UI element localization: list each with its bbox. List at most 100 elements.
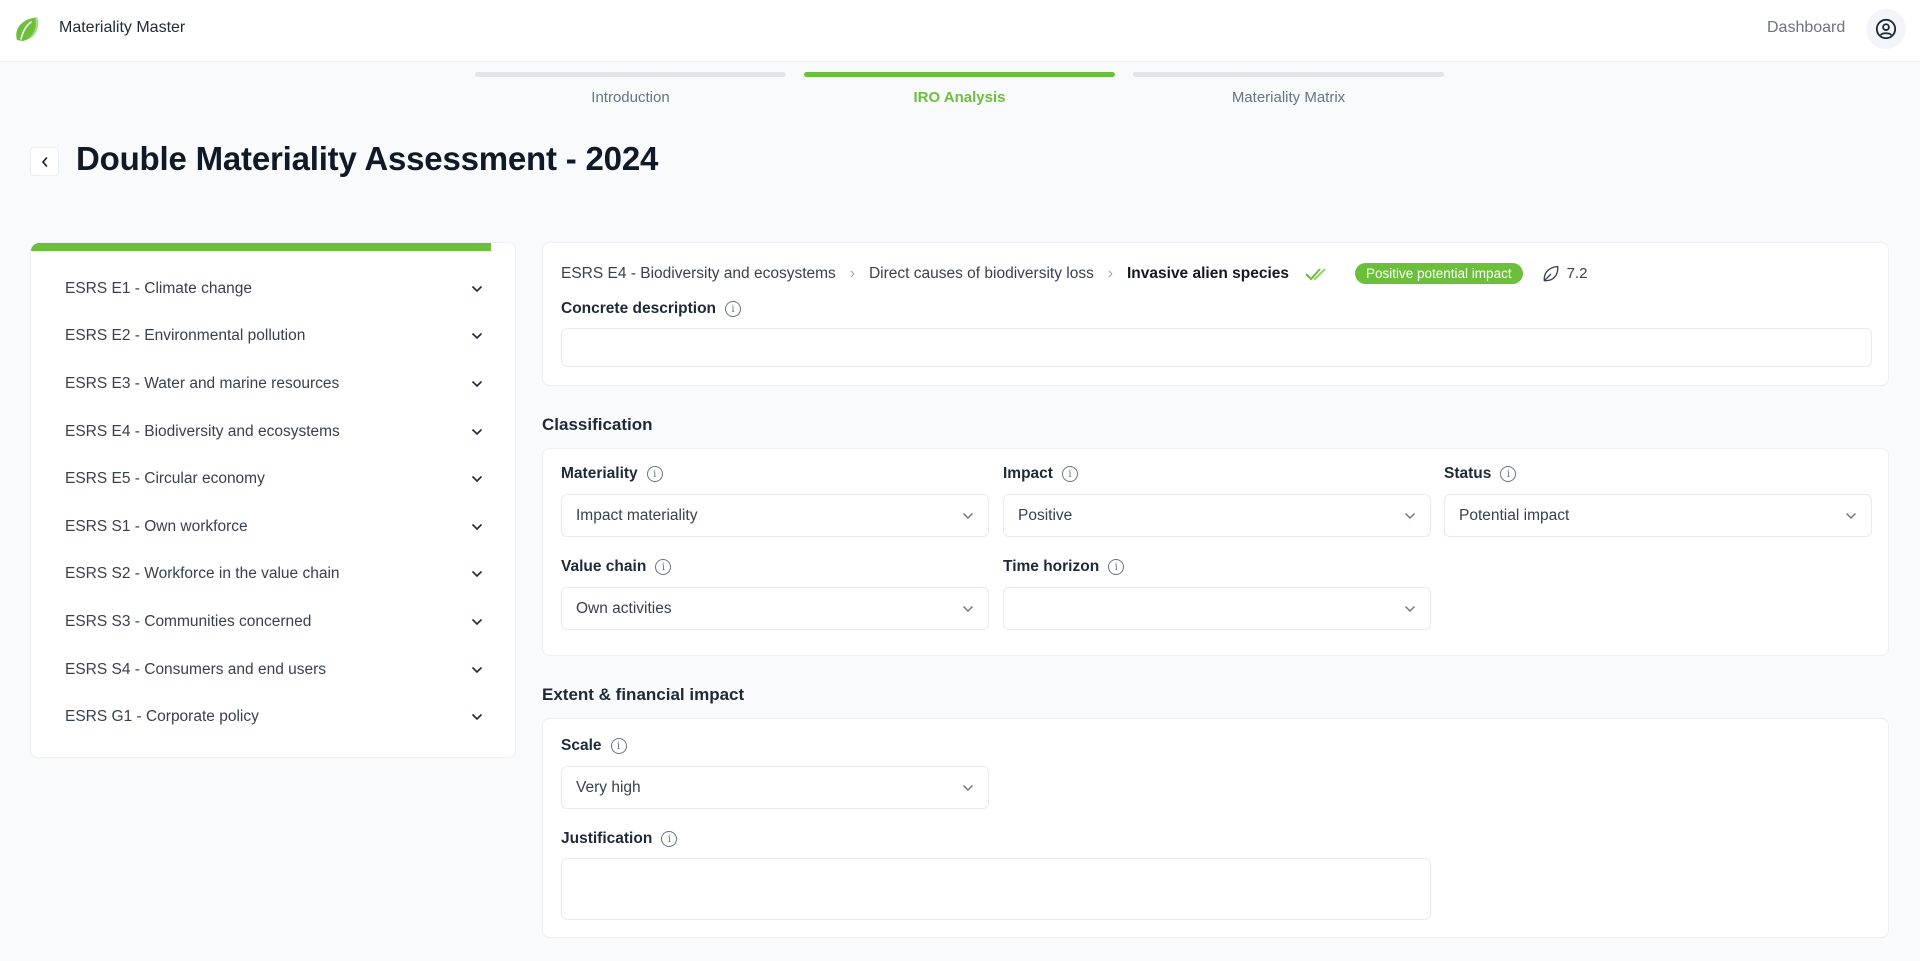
select-value: Potential impact xyxy=(1459,506,1570,524)
step-label: IRO Analysis xyxy=(913,89,1006,106)
extent-card: Scale i Very high Justification i xyxy=(542,718,1889,938)
user-menu-button[interactable] xyxy=(1866,9,1906,49)
status-select[interactable]: Potential impact xyxy=(1444,494,1872,537)
top-bar: Materiality Master Dashboard xyxy=(0,0,1920,62)
info-icon[interactable]: i xyxy=(725,301,742,317)
score: 7.2 xyxy=(1541,264,1588,284)
leaf-logo-icon xyxy=(16,17,39,41)
step-label: Materiality Matrix xyxy=(1231,89,1346,106)
scale-select[interactable]: Very high xyxy=(561,766,989,809)
impact-select[interactable]: Positive xyxy=(1003,494,1431,537)
time-horizon-select[interactable] xyxy=(1003,587,1431,630)
chevron-down-icon xyxy=(1846,512,1856,519)
impact-badge: Positive potential impact xyxy=(1355,263,1523,284)
step-bar xyxy=(1133,72,1444,77)
sidebar-topic-item[interactable]: ESRS E3 - Water and marine resources xyxy=(31,360,515,408)
sidebar-topic-item[interactable]: ESRS S2 - Workforce in the value chain xyxy=(31,551,515,599)
chevron-down-icon xyxy=(1405,605,1415,612)
scale-label: Scale i xyxy=(561,737,627,755)
sidebar-topic-item[interactable]: ESRS E4 - Biodiversity and ecosystems xyxy=(31,408,515,456)
chevron-down-icon xyxy=(1405,512,1415,519)
step-materiality-matrix[interactable]: Materiality Matrix xyxy=(1133,72,1444,112)
select-value: Positive xyxy=(1018,506,1073,524)
back-button[interactable] xyxy=(30,147,59,176)
double-check-icon xyxy=(1305,267,1326,280)
info-icon[interactable]: i xyxy=(646,466,663,482)
label-text: Status xyxy=(1444,465,1492,482)
chevron-down-icon xyxy=(471,428,483,435)
value-chain-select[interactable]: Own activities xyxy=(561,587,989,630)
chevron-down-icon xyxy=(471,618,483,626)
breadcrumb-current: Invasive alien species xyxy=(1127,264,1289,282)
label-text: Scale xyxy=(561,737,602,754)
materiality-label: Materiality i xyxy=(561,465,663,483)
progress-bar xyxy=(31,243,491,251)
chevron-down-icon xyxy=(471,714,483,721)
page-title: Double Materiality Assessment - 2024 xyxy=(76,140,659,177)
concrete-description-input[interactable] xyxy=(561,328,1872,367)
time-horizon-label: Time horizon i xyxy=(1003,558,1125,576)
select-value: Very high xyxy=(576,778,641,796)
impact-label: Impact i xyxy=(1003,465,1078,483)
chevron-right-icon: › xyxy=(1107,264,1113,282)
justification-label: Justification i xyxy=(561,830,678,848)
chevron-left-icon xyxy=(41,156,47,167)
topic-label: ESRS S1 - Own workforce xyxy=(65,517,248,535)
topic-label: ESRS E5 - Circular economy xyxy=(65,470,265,488)
info-icon[interactable]: i xyxy=(610,738,627,754)
label-text: Value chain xyxy=(561,558,647,575)
topic-label: ESRS E3 - Water and marine resources xyxy=(65,374,340,392)
select-value: Impact materiality xyxy=(576,506,698,524)
iro-detail-card: ESRS E4 - Biodiversity and ecosystems › … xyxy=(542,242,1889,386)
user-circle-icon xyxy=(1875,18,1897,40)
materiality-select[interactable]: Impact materiality xyxy=(561,494,989,537)
value-chain-label: Value chain i xyxy=(561,558,672,576)
classification-title: Classification xyxy=(542,415,653,434)
info-icon[interactable]: i xyxy=(1061,466,1078,482)
chevron-down-icon xyxy=(963,784,973,791)
breadcrumb-item[interactable]: ESRS E4 - Biodiversity and ecosystems xyxy=(561,265,836,283)
chevron-down-icon xyxy=(471,571,483,578)
step-bar xyxy=(804,72,1115,77)
concrete-description-label: Concrete description i xyxy=(561,300,742,318)
label-text: Justification xyxy=(561,830,653,847)
step-introduction[interactable]: Introduction xyxy=(475,72,786,112)
breadcrumb: ESRS E4 - Biodiversity and ecosystems › … xyxy=(561,263,1587,284)
dashboard-link[interactable]: Dashboard xyxy=(1767,19,1845,37)
topic-list: ESRS E1 - Climate change ESRS E2 - Enviro… xyxy=(31,265,515,741)
chevron-down-icon xyxy=(471,285,483,292)
sidebar-topic-item[interactable]: ESRS S1 - Own workforce xyxy=(31,503,515,551)
info-icon[interactable]: i xyxy=(661,831,678,847)
info-icon[interactable]: i xyxy=(655,559,672,575)
justification-textarea[interactable] xyxy=(561,858,1431,920)
step-label: Introduction xyxy=(591,89,670,106)
chevron-down-icon xyxy=(471,333,483,340)
step-bar xyxy=(475,72,786,77)
sidebar-topic-item[interactable]: ESRS S3 - Communities concerned xyxy=(31,598,515,646)
classification-card: Materiality i Impact materiality Impact … xyxy=(542,448,1889,656)
esrs-topic-sidebar: ESRS E1 - Climate change ESRS E2 - Enviro… xyxy=(30,242,516,758)
info-icon[interactable]: i xyxy=(1108,559,1125,575)
sidebar-topic-item[interactable]: ESRS E5 - Circular economy xyxy=(31,455,515,503)
topic-label: ESRS E2 - Environmental pollution xyxy=(65,327,306,345)
topic-label: ESRS G1 - Corporate policy xyxy=(65,708,259,726)
score-value: 7.2 xyxy=(1566,265,1588,282)
topic-label: ESRS S3 - Communities concerned xyxy=(65,612,312,630)
info-icon[interactable]: i xyxy=(1500,466,1517,482)
chevron-down-icon xyxy=(471,380,483,388)
topic-label: ESRS E4 - Biodiversity and ecosystems xyxy=(65,422,340,440)
sidebar-topic-item[interactable]: ESRS G1 - Corporate policy xyxy=(31,693,515,741)
sidebar-topic-item[interactable]: ESRS E2 - Environmental pollution xyxy=(31,313,515,361)
topic-label: ESRS S4 - Consumers and end users xyxy=(65,660,327,678)
label-text: Time horizon xyxy=(1003,558,1100,575)
chevron-down-icon xyxy=(471,523,483,530)
chevron-right-icon: › xyxy=(849,264,855,282)
status-label: Status i xyxy=(1444,465,1517,483)
topic-label: ESRS S2 - Workforce in the value chain xyxy=(65,565,340,583)
label-text: Materiality xyxy=(561,465,638,482)
sidebar-topic-item[interactable]: ESRS E1 - Climate change xyxy=(31,265,515,313)
step-iro-analysis[interactable]: IRO Analysis xyxy=(804,72,1115,112)
sidebar-topic-item[interactable]: ESRS S4 - Consumers and end users xyxy=(31,646,515,694)
breadcrumb-item[interactable]: Direct causes of biodiversity loss xyxy=(869,265,1094,283)
label-text: Concrete description xyxy=(561,300,717,317)
